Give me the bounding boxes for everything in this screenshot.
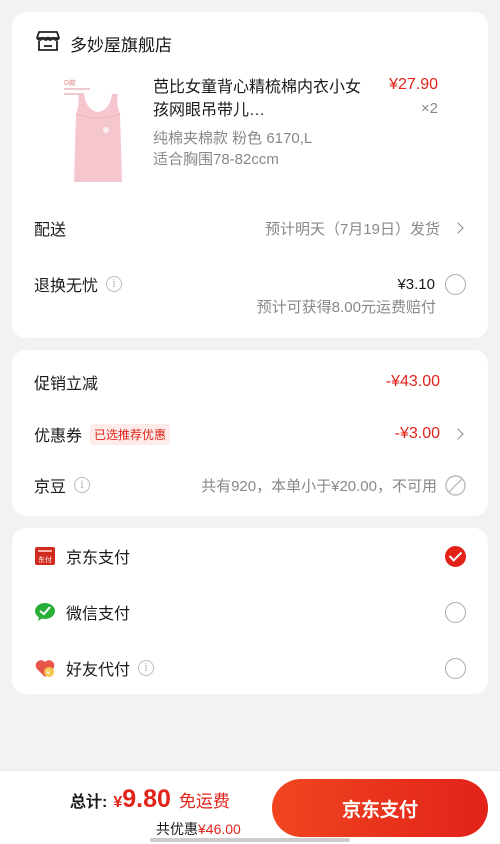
promo-row: 促销立减 -¥43.00	[34, 370, 466, 394]
friend-pay-icon: ¥	[34, 657, 56, 679]
payment-card: 东付 京东支付 微信支付 ¥ 好友代付 i	[12, 528, 488, 694]
order-shop-card: 多妙屋旗舰店 D款 芭比女童背心精梳棉内衣小女孩网眼吊带儿… ¥27.90 ×2…	[12, 12, 488, 338]
chevron-right-icon	[452, 222, 464, 234]
saving-value: ¥46.00	[198, 821, 241, 837]
payment-option-label: 好友代付	[66, 662, 131, 679]
coupon-row[interactable]: 优惠券 已选推荐优惠 -¥3.00	[34, 422, 466, 446]
home-indicator	[150, 838, 350, 842]
payment-radio-selected[interactable]	[445, 545, 466, 567]
product-spec: 纯棉夹棉款 粉色 6170,L 适合胸围78-82ccm	[153, 128, 312, 170]
coupon-badge: 已选推荐优惠	[90, 423, 171, 445]
total-label: 总计:	[70, 794, 108, 811]
free-shipping-label: 免运费	[178, 792, 230, 811]
saving-label: 共优惠	[156, 821, 198, 837]
payment-option-label: 京东支付	[66, 550, 131, 567]
jingdou-note: 共有920，本单小于¥20.00，不可用	[201, 477, 437, 495]
jd-pay-icon: 东付	[34, 545, 56, 567]
delivery-estimate: 预计明天（7月19日）发货	[264, 220, 440, 238]
return-insurance-radio[interactable]	[445, 273, 466, 295]
payment-option-friend[interactable]: ¥ 好友代付 i	[34, 656, 466, 680]
shop-name: 多妙屋旗舰店	[70, 36, 172, 55]
payment-option-wechat[interactable]: 微信支付	[34, 600, 466, 624]
product-quantity: ×2	[420, 100, 438, 117]
payment-option-jd[interactable]: 东付 京东支付	[34, 544, 466, 568]
return-insurance-row[interactable]: 退换无忧 i ¥3.10	[34, 272, 466, 296]
checkout-bar: 总计: ¥ 9.80 免运费 共优惠¥46.00 京东支付	[0, 770, 500, 844]
coupon-label: 优惠券	[34, 428, 83, 445]
jingdou-label: 京豆	[34, 479, 67, 496]
delivery-label: 配送	[34, 222, 67, 239]
svg-text:¥: ¥	[46, 670, 50, 677]
payment-option-label: 微信支付	[66, 606, 131, 623]
jingdou-row: 京豆 i 共有920，本单小于¥20.00，不可用	[34, 473, 466, 497]
product-image[interactable]: D款	[56, 74, 140, 186]
return-insurance-label: 退换无忧	[34, 278, 99, 295]
shop-header[interactable]: 多妙屋旗舰店	[36, 30, 172, 57]
payment-radio[interactable]	[445, 657, 466, 679]
product-spec-size: 适合胸围78-82ccm	[153, 151, 279, 168]
payment-radio[interactable]	[445, 601, 466, 623]
product-price: ¥27.90	[389, 76, 438, 93]
chevron-right-icon	[452, 428, 464, 440]
store-icon	[36, 30, 60, 57]
total-currency: ¥	[113, 794, 123, 811]
promo-value: -¥43.00	[385, 373, 440, 390]
promo-label: 促销立减	[34, 376, 99, 393]
return-insurance-price: ¥3.10	[397, 275, 435, 293]
discount-card: 促销立减 -¥43.00 优惠券 已选推荐优惠 -¥3.00 京豆 i 共有92…	[12, 350, 488, 516]
product-title[interactable]: 芭比女童背心精梳棉内衣小女孩网眼吊带儿…	[153, 76, 373, 122]
delivery-row[interactable]: 配送 预计明天（7月19日）发货	[34, 216, 466, 240]
info-icon[interactable]: i	[138, 660, 155, 676]
wechat-pay-icon	[34, 601, 56, 623]
svg-text:东付: 东付	[38, 555, 52, 564]
info-icon[interactable]: i	[106, 276, 123, 292]
info-icon[interactable]: i	[74, 477, 91, 493]
total-value: 9.80	[122, 785, 171, 813]
return-insurance-note: 预计可获得8.00元运费赔付	[256, 299, 436, 316]
product-spec-variant: 纯棉夹棉款 粉色 6170,L	[153, 130, 313, 147]
total-line: 总计: ¥ 9.80 免运费	[70, 785, 230, 814]
submit-payment-button[interactable]: 京东支付	[272, 779, 488, 837]
disabled-icon	[445, 474, 466, 496]
saving-line[interactable]: 共优惠¥46.00	[156, 819, 241, 839]
svg-text:D款: D款	[64, 78, 76, 87]
coupon-value: -¥3.00	[394, 425, 440, 442]
